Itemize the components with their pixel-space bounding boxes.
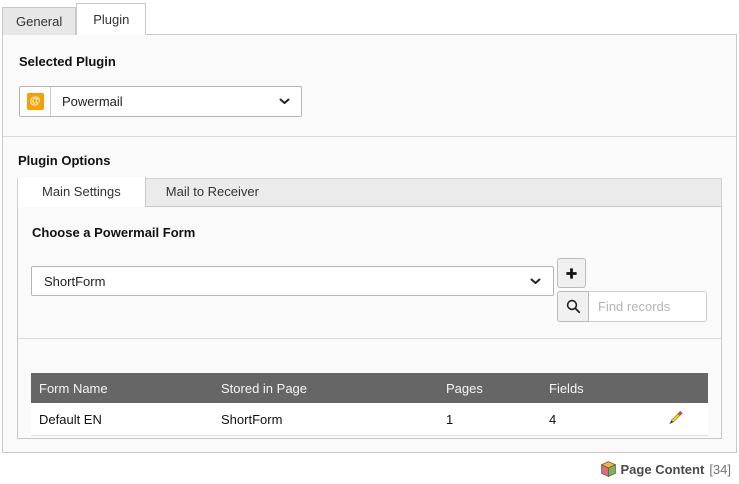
- edit-pencil-icon: [667, 414, 684, 429]
- plugin-options-label: Plugin Options: [18, 153, 722, 168]
- panel-divider: [18, 338, 721, 339]
- table-row: Default EN ShortForm 1 4: [31, 403, 708, 436]
- tab-main-settings[interactable]: Main Settings: [18, 177, 146, 207]
- choose-form-label: Choose a Powermail Form: [32, 225, 708, 240]
- plugin-select-group: @ Powermail: [19, 86, 302, 117]
- plugin-options-tab-bar: Main Settings Mail to Receiver: [17, 178, 722, 206]
- add-record-button[interactable]: [557, 258, 586, 288]
- form-picker-controls: ShortForm: [31, 258, 708, 321]
- edit-record-button[interactable]: [667, 409, 684, 426]
- plugin-select[interactable]: Powermail: [51, 87, 301, 116]
- plugin-select-value: Powermail: [62, 94, 123, 109]
- content-element-cube-icon: [601, 461, 616, 477]
- cell-stored-in-page: ShortForm: [213, 403, 438, 436]
- forms-table: Form Name Stored in Page Pages Fields De…: [31, 373, 708, 436]
- powermail-form-select-value: ShortForm: [44, 274, 105, 289]
- chevron-down-icon: [530, 278, 541, 285]
- chevron-down-icon: [279, 98, 290, 105]
- record-browser-controls: [557, 258, 707, 322]
- selected-plugin-label: Selected Plugin: [19, 54, 720, 69]
- cell-actions: [643, 403, 708, 436]
- find-records-input[interactable]: [589, 291, 707, 322]
- tab-general[interactable]: General: [2, 7, 76, 35]
- search-icon: [566, 299, 581, 314]
- header-actions: [643, 373, 708, 403]
- record-uid: [34]: [709, 462, 731, 477]
- cell-form-name: Default EN: [31, 403, 213, 436]
- record-info: Page Content [34]: [0, 461, 731, 477]
- find-records-group: [557, 291, 707, 322]
- plugin-tab-content: Selected Plugin @ Powermail Plugin Optio…: [2, 34, 737, 453]
- header-pages: Pages: [438, 373, 541, 403]
- tab-mail-to-receiver[interactable]: Mail to Receiver: [146, 177, 279, 206]
- cell-fields: 4: [541, 403, 643, 436]
- powermail-form-select[interactable]: ShortForm: [31, 266, 554, 296]
- powermail-at-icon: @: [27, 93, 44, 110]
- tab-plugin[interactable]: Plugin: [76, 3, 146, 35]
- header-form-name: Form Name: [31, 373, 213, 403]
- header-fields: Fields: [541, 373, 643, 403]
- selected-plugin-section: Selected Plugin @ Powermail: [3, 35, 736, 136]
- forms-table-header-row: Form Name Stored in Page Pages Fields: [31, 373, 708, 403]
- plugin-options-section: Plugin Options Main Settings Mail to Rec…: [3, 137, 736, 455]
- record-type-label: Page Content: [621, 462, 705, 477]
- search-button[interactable]: [557, 291, 589, 322]
- record-tab-bar: General Plugin: [0, 0, 739, 34]
- plugin-icon-cell: @: [20, 87, 51, 116]
- cell-pages: 1: [438, 403, 541, 436]
- header-stored-in-page: Stored in Page: [213, 373, 438, 403]
- plus-icon: [565, 267, 578, 280]
- main-settings-panel: Choose a Powermail Form ShortForm: [17, 206, 722, 439]
